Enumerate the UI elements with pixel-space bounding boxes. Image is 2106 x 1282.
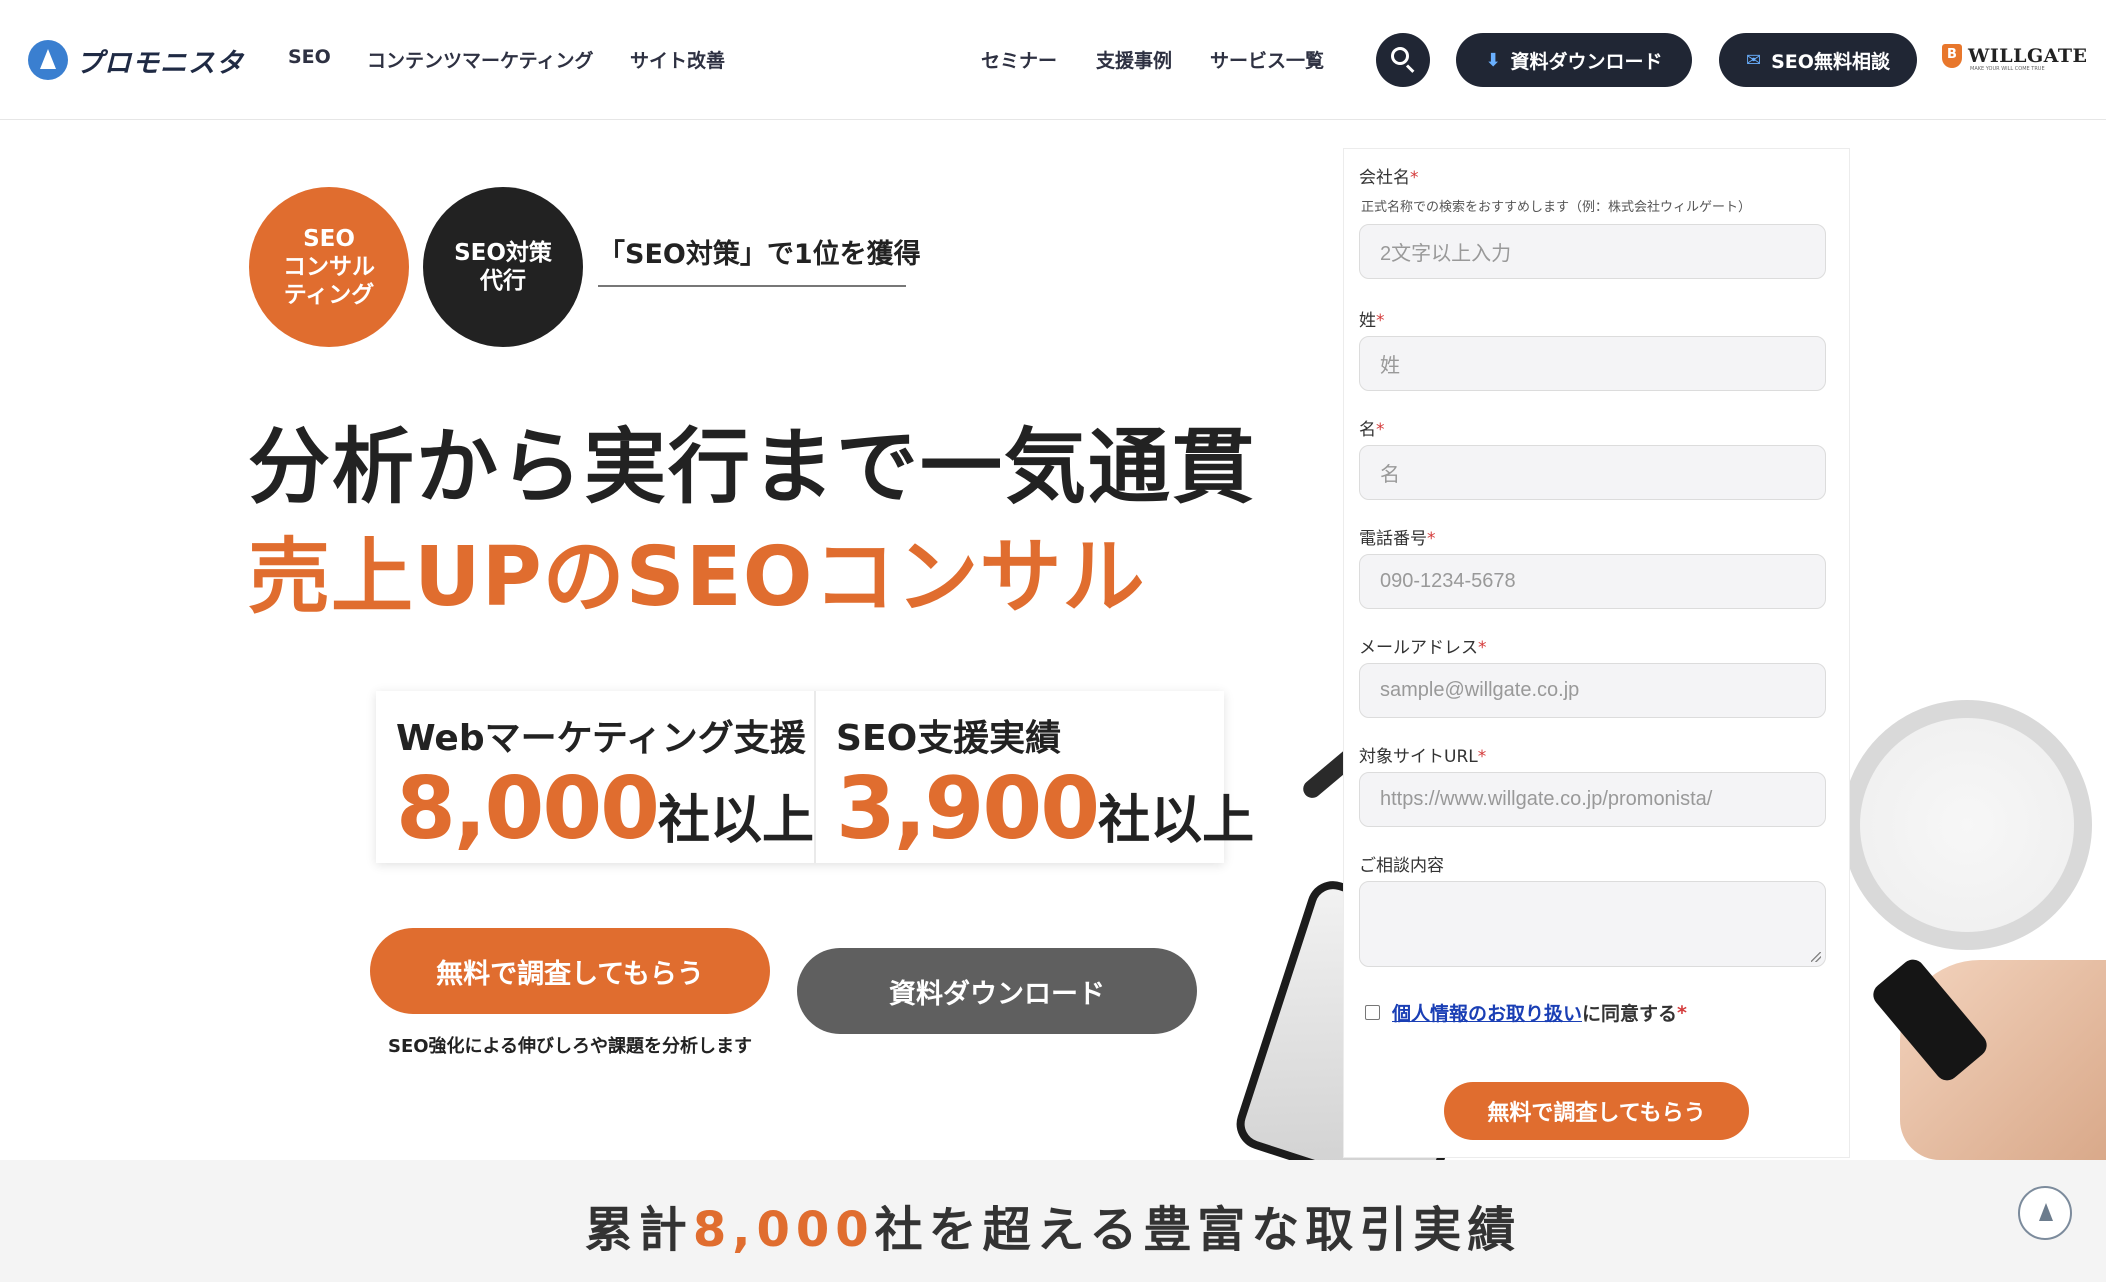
form-submit-button[interactable]: 無料で調査してもらう <box>1444 1082 1749 1140</box>
company-label: 会社名* <box>1359 168 1419 188</box>
nav-services[interactable]: サービス一覧 <box>1210 46 1324 73</box>
free-audit-button[interactable]: 無料で調査してもらう <box>370 928 770 1014</box>
willgate-logo-text: WILLGATE <box>1968 45 2088 67</box>
achievements-heading: 累計8,000社を超える豊富な取引実績 <box>584 1202 1522 1258</box>
back-to-top-button[interactable] <box>2018 1186 2072 1240</box>
stat-number: 3,900 <box>836 759 1100 859</box>
stat-value: 3,900社以上 <box>836 761 1254 869</box>
magnifier-decoration <box>1842 700 2092 950</box>
willgate-shield-icon: B <box>1942 44 1962 68</box>
document-download-button[interactable]: 資料ダウンロード <box>797 948 1197 1034</box>
last-name-input[interactable]: 姓 <box>1359 336 1826 391</box>
stats-box: Webマーケティング支援 8,000社以上 SEO支援実績 3,900社以上 <box>376 691 1254 863</box>
privacy-consent-text: に同意する <box>1582 1003 1678 1025</box>
last-name-label: 姓* <box>1359 311 1385 331</box>
download-button[interactable]: ⬇ 資料ダウンロード <box>1456 33 1692 87</box>
privacy-consent-checkbox[interactable] <box>1365 1005 1380 1020</box>
free-audit-note: SEO強化による伸びしろや課題を分析します <box>387 1036 753 1057</box>
site-header: プロモニスタ SEO コンテンツマーケティング サイト改善 セミナー 支援事例 … <box>0 0 2106 120</box>
nav-seo[interactable]: SEO <box>288 46 331 68</box>
hero-headline: 分析から実行まで一気通貫 <box>248 420 1257 515</box>
site-url-input[interactable]: https://www.willgate.co.jp/promonista/ <box>1359 772 1826 827</box>
stat-unit: 社以上 <box>1098 791 1255 851</box>
achievements-band: 累計8,000社を超える豊富な取引実績 <box>0 1160 2106 1282</box>
first-name-input[interactable]: 名 <box>1359 445 1826 500</box>
email-label: メールアドレス* <box>1359 638 1487 658</box>
site-logo[interactable]: プロモニスタ <box>28 38 244 82</box>
download-icon: ⬇ <box>1485 49 1501 71</box>
phone-label: 電話番号* <box>1359 529 1436 549</box>
site-url-label: 対象サイトURL* <box>1359 747 1487 767</box>
required-mark: * <box>1677 1001 1687 1024</box>
stat-value: 8,000社以上 <box>396 761 814 869</box>
willgate-tagline: MAKE YOUR WILL COME TRUE <box>1970 66 2045 72</box>
privacy-policy-link[interactable]: 個人情報のお取り扱い <box>1392 999 1582 1026</box>
download-button-label: 資料ダウンロード <box>1510 50 1663 73</box>
company-input[interactable]: 2文字以上入力 <box>1359 224 1826 279</box>
logo-text: プロモニスタ <box>76 47 244 79</box>
nav-content-marketing[interactable]: コンテンツマーケティング <box>367 46 593 73</box>
nav-site-improvement[interactable]: サイト改善 <box>630 46 725 73</box>
badge-seo-agency-text: SEO対策 代行 <box>454 240 552 294</box>
seo-consult-button-label: SEO無料相談 <box>1771 50 1890 73</box>
email-input[interactable]: sample@willgate.co.jp <box>1359 663 1826 718</box>
badge-seo-agency: SEO対策 代行 <box>423 187 583 347</box>
badge-seo-consulting-text: SEO コンサル ティング <box>283 226 375 308</box>
privacy-consent: 個人情報のお取り扱い に同意する * <box>1365 999 1687 1026</box>
stat-label: SEO支援実績 <box>836 718 1062 759</box>
phone-input[interactable]: 090-1234-5678 <box>1359 554 1826 609</box>
inquiry-form: 会社名* 正式名称での検索をおすすめします（例：株式会社ウィルゲート） 2文字以… <box>1343 148 1850 1158</box>
hero-tagline: 「SEO対策」で1位を獲得 <box>598 232 921 287</box>
nav-case-studies[interactable]: 支援事例 <box>1096 46 1172 73</box>
message-textarea[interactable] <box>1359 881 1826 967</box>
badge-seo-consulting: SEO コンサル ティング <box>249 187 409 347</box>
stat-label: Webマーケティング支援 <box>396 718 806 759</box>
message-label: ご相談内容 <box>1359 856 1444 876</box>
search-icon <box>1391 47 1409 65</box>
stat-web-marketing: Webマーケティング支援 8,000社以上 <box>376 691 814 863</box>
arrow-up-icon <box>2039 1203 2053 1221</box>
resize-handle-icon[interactable] <box>1811 952 1821 962</box>
search-button[interactable] <box>1376 33 1430 87</box>
stat-unit: 社以上 <box>658 791 815 851</box>
mail-icon: ✉ <box>1746 49 1762 71</box>
promonista-logo-icon <box>28 40 68 80</box>
willgate-logo[interactable]: B WILLGATE MAKE YOUR WILL COME TRUE <box>1942 44 2088 72</box>
first-name-label: 名* <box>1359 420 1385 440</box>
stat-number: 8,000 <box>396 759 660 859</box>
hero-subheadline: 売上UPのSEOコンサル <box>248 530 1146 625</box>
company-hint: 正式名称での検索をおすすめします（例：株式会社ウィルゲート） <box>1361 200 1752 215</box>
stat-seo-support: SEO支援実績 3,900社以上 <box>814 691 1254 863</box>
seo-consult-button[interactable]: ✉ SEO無料相談 <box>1719 33 1917 87</box>
nav-seminar[interactable]: セミナー <box>981 46 1057 73</box>
